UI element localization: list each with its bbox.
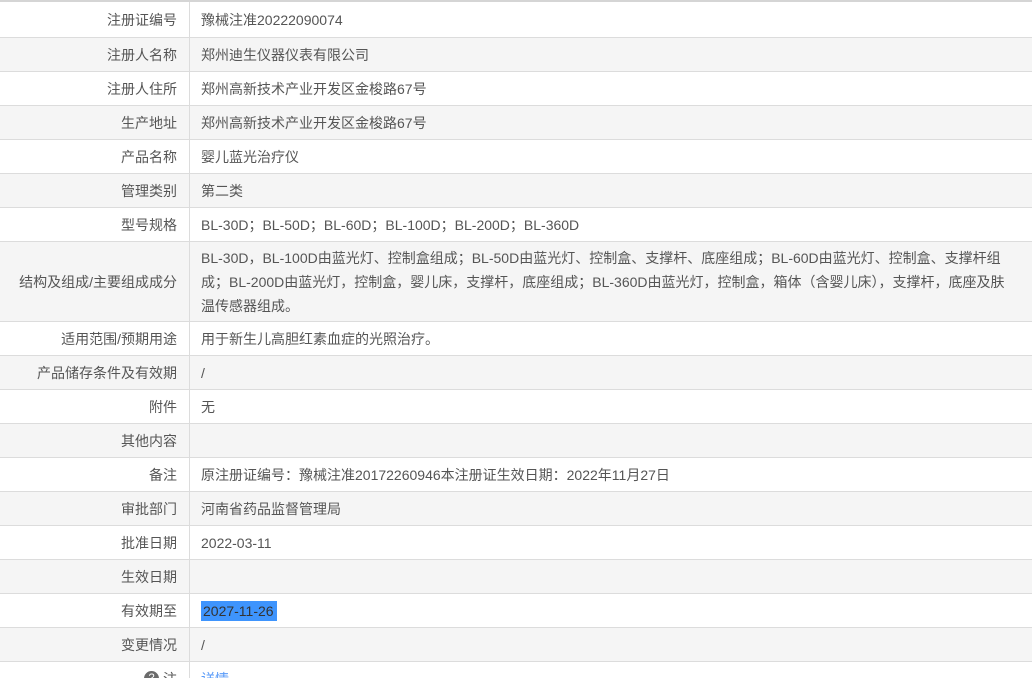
row-label: 适用范围/预期用途 bbox=[0, 322, 190, 355]
table-row: 适用范围/预期用途 用于新生儿高胆红素血症的光照治疗。 bbox=[0, 322, 1032, 356]
row-label-text: 产品名称 bbox=[121, 148, 177, 165]
row-label: 型号规格 bbox=[0, 208, 190, 241]
row-label-text: 注册人住所 bbox=[107, 80, 177, 97]
row-value: 郑州高新技术产业开发区金梭路67号 bbox=[190, 106, 1032, 139]
row-value: 原注册证编号：豫械注准20172260946本注册证生效日期：2022年11月2… bbox=[190, 458, 1032, 491]
table-row: 注册人住所 郑州高新技术产业开发区金梭路67号 bbox=[0, 72, 1032, 106]
row-label-text: 结构及组成/主要组成成分 bbox=[19, 273, 177, 290]
row-value-text: / bbox=[201, 636, 205, 653]
table-row: 其他内容 bbox=[0, 424, 1032, 458]
row-label-text: 审批部门 bbox=[121, 500, 177, 517]
row-label: 附件 bbox=[0, 390, 190, 423]
table-row: 注册证编号 豫械注准20222090074 bbox=[0, 2, 1032, 38]
help-circle-icon: ? bbox=[144, 671, 159, 678]
row-value: 2027-11-26 bbox=[190, 594, 1032, 627]
row-value-text: 用于新生儿高胆红素血症的光照治疗。 bbox=[201, 330, 439, 347]
row-label: 生产地址 bbox=[0, 106, 190, 139]
row-label: 其他内容 bbox=[0, 424, 190, 457]
row-value-text: 郑州迪生仪器仪表有限公司 bbox=[201, 46, 369, 63]
row-label: 注册人名称 bbox=[0, 38, 190, 71]
row-value-text: 豫械注准20222090074 bbox=[201, 11, 343, 28]
row-label-text: 批准日期 bbox=[121, 534, 177, 551]
row-label-text: 生效日期 bbox=[121, 568, 177, 585]
row-label-text: 生产地址 bbox=[121, 114, 177, 131]
row-value-text: 婴儿蓝光治疗仪 bbox=[201, 148, 299, 165]
row-label-text: 有效期至 bbox=[121, 602, 177, 619]
table-row: 注册人名称 郑州迪生仪器仪表有限公司 bbox=[0, 38, 1032, 72]
row-value: 2022-03-11 bbox=[190, 526, 1032, 559]
row-value: 婴儿蓝光治疗仪 bbox=[190, 140, 1032, 173]
row-value bbox=[190, 424, 1032, 457]
registration-info-table: 注册证编号 豫械注准20222090074 注册人名称 郑州迪生仪器仪表有限公司 注册人… bbox=[0, 2, 1032, 678]
table-row: 附件 无 bbox=[0, 390, 1032, 424]
row-label-text: 适用范围/预期用途 bbox=[61, 330, 177, 347]
row-value: / bbox=[190, 356, 1032, 389]
row-label: 产品名称 bbox=[0, 140, 190, 173]
row-value-text: 第二类 bbox=[201, 182, 243, 199]
table-row: 结构及组成/主要组成成分 BL-30D，BL-100D由蓝光灯、控制盒组成；BL-… bbox=[0, 242, 1032, 322]
row-value-text: 郑州高新技术产业开发区金梭路67号 bbox=[201, 114, 427, 131]
row-label: 有效期至 bbox=[0, 594, 190, 627]
selected-date-text: 2027-11-26 bbox=[201, 600, 277, 621]
row-label-text: 型号规格 bbox=[121, 216, 177, 233]
row-value-text: 2022-03-11 bbox=[201, 534, 272, 551]
row-value-text: 河南省药品监督管理局 bbox=[201, 500, 341, 517]
row-label: ?注 bbox=[0, 662, 190, 678]
row-label-text: 其他内容 bbox=[121, 432, 177, 449]
row-value: 第二类 bbox=[190, 174, 1032, 207]
row-label: 生效日期 bbox=[0, 560, 190, 593]
row-label-text: 管理类别 bbox=[121, 182, 177, 199]
row-value: BL-30D；BL-50D；BL-60D；BL-100D；BL-200D；BL-… bbox=[190, 208, 1032, 241]
table-row: 产品名称 婴儿蓝光治疗仪 bbox=[0, 140, 1032, 174]
row-value-text: BL-30D；BL-50D；BL-60D；BL-100D；BL-200D；BL-… bbox=[201, 216, 580, 233]
table-row: 有效期至 2027-11-26 bbox=[0, 594, 1032, 628]
row-label: 备注 bbox=[0, 458, 190, 491]
row-value-text: 无 bbox=[201, 398, 215, 415]
row-value: / bbox=[190, 628, 1032, 661]
table-row: 管理类别 第二类 bbox=[0, 174, 1032, 208]
table-row: 生产地址 郑州高新技术产业开发区金梭路67号 bbox=[0, 106, 1032, 140]
table-row: 变更情况 / bbox=[0, 628, 1032, 662]
table-row: 批准日期 2022-03-11 bbox=[0, 526, 1032, 560]
row-value: 用于新生儿高胆红素血症的光照治疗。 bbox=[190, 322, 1032, 355]
row-value: 豫械注准20222090074 bbox=[190, 2, 1032, 37]
row-value bbox=[190, 560, 1032, 593]
row-label-text: 附件 bbox=[149, 398, 177, 415]
row-value: 详情 bbox=[190, 662, 1032, 678]
table-row: 备注 原注册证编号：豫械注准20172260946本注册证生效日期：2022年11… bbox=[0, 458, 1032, 492]
table-row: 型号规格 BL-30D；BL-50D；BL-60D；BL-100D；BL-200D… bbox=[0, 208, 1032, 242]
row-label-text: 注册人名称 bbox=[107, 46, 177, 63]
row-value: 郑州迪生仪器仪表有限公司 bbox=[190, 38, 1032, 71]
row-label-text: 产品储存条件及有效期 bbox=[37, 364, 177, 381]
table-row: ?注详情 bbox=[0, 662, 1032, 678]
row-label-text: 变更情况 bbox=[121, 636, 177, 653]
row-value-text: 郑州高新技术产业开发区金梭路67号 bbox=[201, 80, 427, 97]
table-row: 审批部门 河南省药品监督管理局 bbox=[0, 492, 1032, 526]
row-label: 管理类别 bbox=[0, 174, 190, 207]
row-value-text: / bbox=[201, 364, 205, 381]
row-value: BL-30D，BL-100D由蓝光灯、控制盒组成；BL-50D由蓝光灯、控制盒、… bbox=[190, 242, 1032, 321]
row-value: 无 bbox=[190, 390, 1032, 423]
row-label: 变更情况 bbox=[0, 628, 190, 661]
details-link[interactable]: 详情 bbox=[201, 667, 229, 678]
row-label: 注册人住所 bbox=[0, 72, 190, 105]
row-label-text: 备注 bbox=[149, 466, 177, 483]
table-row: 生效日期 bbox=[0, 560, 1032, 594]
row-value-text: 原注册证编号：豫械注准20172260946本注册证生效日期：2022年11月2… bbox=[201, 466, 670, 483]
row-label: 注册证编号 bbox=[0, 2, 190, 37]
row-label: 批准日期 bbox=[0, 526, 190, 559]
row-label: 审批部门 bbox=[0, 492, 190, 525]
row-label-text: 注册证编号 bbox=[107, 11, 177, 28]
table-row: 产品储存条件及有效期 / bbox=[0, 356, 1032, 390]
row-value: 河南省药品监督管理局 bbox=[190, 492, 1032, 525]
row-value: 郑州高新技术产业开发区金梭路67号 bbox=[190, 72, 1032, 105]
row-value-text: BL-30D，BL-100D由蓝光灯、控制盒组成；BL-50D由蓝光灯、控制盒、… bbox=[201, 249, 1005, 314]
row-label-text: 注 bbox=[163, 669, 177, 678]
row-label: 产品储存条件及有效期 bbox=[0, 356, 190, 389]
row-label: 结构及组成/主要组成成分 bbox=[0, 242, 190, 321]
